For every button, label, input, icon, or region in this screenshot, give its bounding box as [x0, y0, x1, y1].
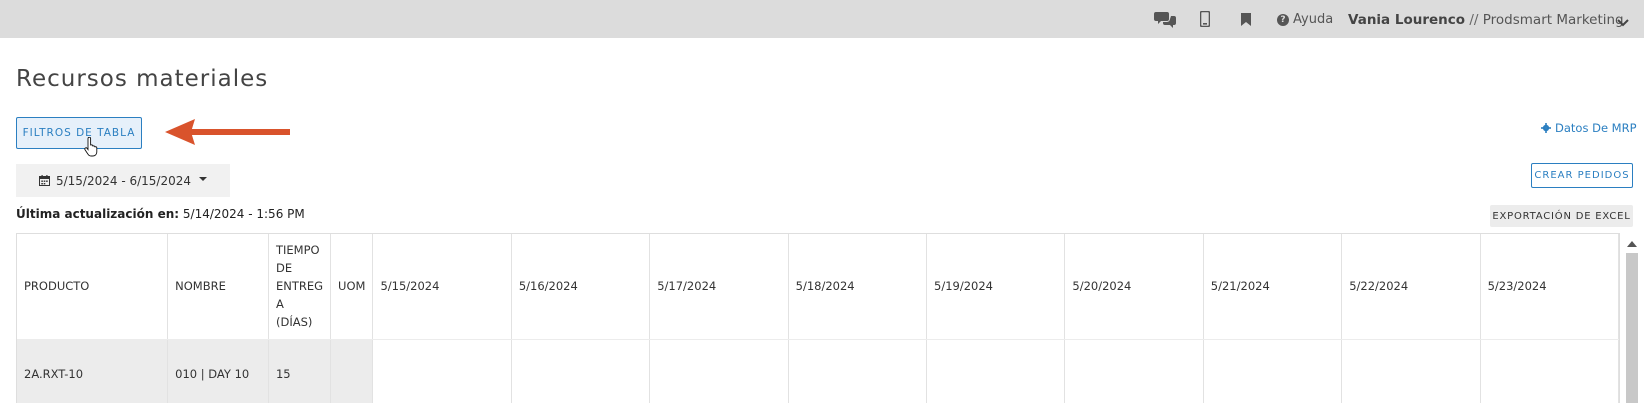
mobile-icon[interactable] [1200, 10, 1210, 28]
caret-down-icon [199, 176, 208, 181]
header-product[interactable]: PRODUCTO [17, 234, 169, 340]
header-date[interactable]: 5/15/2024 [372, 234, 512, 340]
help-label: Ayuda [1293, 12, 1334, 27]
page-title: Recursos materiales [16, 66, 269, 92]
date-range-value: 5/15/2024 - 6/15/2024 [55, 173, 192, 188]
mrp-data-label: Datos De MRP [1555, 121, 1637, 135]
cell-date [1203, 339, 1343, 403]
header-uom[interactable]: UOM [330, 234, 374, 340]
header-lead-time[interactable]: TIEMPO DE ENTREG A (DÍAS) [268, 234, 332, 340]
cell-name: 010 | DAY 10 [167, 339, 269, 403]
company-name: Prodsmart Marketing [1482, 12, 1624, 28]
mrp-data-link[interactable]: Datos De MRP [1541, 121, 1637, 135]
scrollbar-thumb[interactable] [1626, 253, 1638, 403]
cell-date [1341, 339, 1481, 403]
cell-product: 2A.RXT-10 [17, 339, 169, 403]
header-date[interactable]: 5/17/2024 [649, 234, 789, 340]
table-header-row: PRODUCTO NOMBRE TIEMPO DE ENTREG A (DÍAS… [17, 234, 1619, 340]
cell-date [1064, 339, 1204, 403]
cell-date [649, 339, 789, 403]
calendar-icon [38, 175, 50, 186]
help-link[interactable]: ? Ayuda [1277, 12, 1333, 27]
header-name[interactable]: NOMBRE [167, 234, 269, 340]
scroll-up-icon[interactable] [1627, 241, 1637, 247]
header-date[interactable]: 5/18/2024 [788, 234, 928, 340]
header-lead-time-line: DE [275, 261, 293, 276]
header-lead-time-line: (DÍAS) [275, 315, 313, 330]
user-name: Vania Lourenco [1348, 12, 1466, 28]
header-lead-time-line: TIEMPO [275, 243, 320, 258]
table-filters-button[interactable]: FILTROS DE TABLA [16, 117, 142, 149]
last-update-value: 5/14/2024 - 1:56 PM [182, 207, 305, 221]
chevron-down-icon[interactable] [1617, 13, 1629, 32]
header-lead-time-line: ENTREG [275, 279, 324, 294]
header-date[interactable]: 5/21/2024 [1203, 234, 1343, 340]
cell-uom [330, 339, 374, 403]
gear-icon [1541, 123, 1551, 133]
header-date[interactable]: 5/23/2024 [1480, 234, 1619, 340]
top-navigation-bar: ? Ayuda Vania Lourenco // Prodsmart Mark… [0, 0, 1644, 38]
header-date[interactable]: 5/19/2024 [926, 234, 1066, 340]
vertical-scrollbar[interactable] [1620, 233, 1644, 403]
header-date[interactable]: 5/22/2024 [1341, 234, 1481, 340]
cell-date [372, 339, 512, 403]
cell-date [788, 339, 928, 403]
header-date[interactable]: 5/20/2024 [1064, 234, 1204, 340]
table-row[interactable]: 2A.RXT-10 010 | DAY 10 15 [17, 339, 1619, 403]
cell-date [511, 339, 651, 403]
cell-date [1480, 339, 1619, 403]
chat-icon[interactable] [1154, 10, 1176, 28]
header-date[interactable]: 5/16/2024 [511, 234, 651, 340]
last-update-info: Última actualización en: 5/14/2024 - 1:5… [16, 207, 305, 221]
materials-table: PRODUCTO NOMBRE TIEMPO DE ENTREG A (DÍAS… [16, 233, 1620, 403]
question-icon: ? [1277, 13, 1289, 26]
date-range-picker[interactable]: 5/15/2024 - 6/15/2024 [16, 164, 230, 197]
last-update-label: Última actualización en: [16, 207, 180, 221]
header-lead-time-line: A [275, 297, 284, 312]
create-orders-button[interactable]: CREAR PEDIDOS [1531, 163, 1633, 188]
user-menu[interactable]: Vania Lourenco // Prodsmart Marketing [1348, 12, 1624, 28]
cell-date [926, 339, 1066, 403]
hand-cursor-icon [84, 137, 98, 157]
bookmark-icon[interactable] [1241, 10, 1251, 28]
user-separator: // [1469, 12, 1479, 28]
cell-lead-time: 15 [268, 339, 332, 403]
annotation-arrow [165, 119, 290, 145]
excel-export-button[interactable]: EXPORTACIÓN DE EXCEL [1490, 205, 1633, 227]
